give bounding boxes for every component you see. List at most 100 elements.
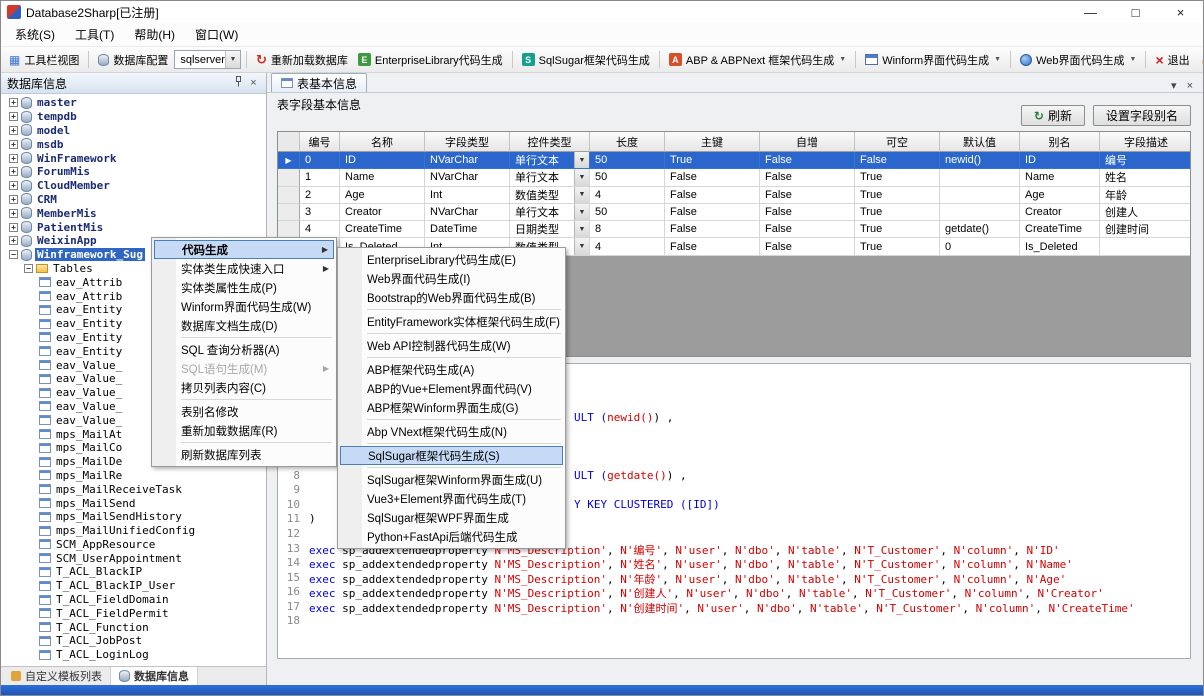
tree-expander-icon[interactable]: + — [9, 112, 18, 121]
tree-item-table[interactable]: mps_MailSendHistory — [7, 510, 266, 524]
codegen-submenu-item-13[interactable]: Abp VNext框架代码生成(N) — [340, 422, 563, 441]
grid-cell[interactable]: 数值类型▼ — [510, 187, 590, 204]
grid-cell[interactable]: False — [760, 187, 855, 204]
grid-cell[interactable]: 1 — [300, 169, 340, 186]
tree-item-database[interactable]: +model — [7, 124, 266, 138]
grid-cell[interactable]: False — [665, 169, 760, 186]
grid-cell[interactable]: ID — [340, 152, 425, 169]
context-menu-item-11[interactable]: 表别名修改 — [154, 402, 334, 421]
table-row[interactable]: 2AgeInt数值类型▼4FalseFalseTrueAge年龄 — [278, 187, 1190, 204]
grid-cell[interactable]: 创建时间 — [1100, 221, 1191, 238]
tab-table-basic-info[interactable]: 表基本信息 — [271, 73, 367, 92]
grid-cell[interactable]: NVarChar — [425, 152, 510, 169]
grid-cell[interactable]: 50 — [590, 169, 665, 186]
grid-cell[interactable]: False — [665, 238, 760, 255]
tree-item-table[interactable]: T_ACL_FieldPermit — [7, 606, 266, 620]
grid-cell[interactable]: newid() — [940, 152, 1020, 169]
grid-cell[interactable]: True — [665, 152, 760, 169]
row-indicator-icon[interactable]: ▶ — [278, 152, 300, 169]
codegen-submenu-item-10[interactable]: ABP的Vue+Element界面代码(V) — [340, 379, 563, 398]
grid-cell[interactable]: 0 — [940, 238, 1020, 255]
grid-cell[interactable]: 年龄 — [1100, 187, 1191, 204]
tree-item-database[interactable]: +msdb — [7, 137, 266, 151]
tree-item-database[interactable]: +CRM — [7, 193, 266, 207]
context-menu-item-1[interactable]: 代码生成▶ — [154, 240, 334, 259]
codegen-submenu-item-1[interactable]: EnterpriseLibrary代码生成(E) — [340, 250, 563, 269]
tree-item-table[interactable]: mps_MailSend — [7, 496, 266, 510]
tree-expander-icon[interactable]: + — [9, 209, 18, 218]
grid-cell[interactable]: CreateTime — [340, 221, 425, 238]
toolbar-button-abp-codegen[interactable]: AABP & ABPNext 框架代码生成▼ — [665, 49, 850, 71]
grid-cell[interactable]: False — [665, 221, 760, 238]
grid-cell[interactable]: True — [855, 187, 940, 204]
codegen-submenu-item-11[interactable]: ABP框架Winform界面生成(G) — [340, 398, 563, 417]
tree-item-database[interactable]: +WinFramework — [7, 151, 266, 165]
codegen-submenu-item-20[interactable]: Python+FastApi后端代码生成 — [340, 527, 563, 546]
tree-item-table[interactable]: T_ACL_LoginLog — [7, 648, 266, 662]
toolbar-button-db-config[interactable]: 数据库配置 — [94, 49, 172, 71]
grid-cell[interactable]: 编号 — [1100, 152, 1191, 169]
row-header-cell[interactable] — [278, 221, 300, 238]
grid-cell[interactable]: False — [760, 221, 855, 238]
grid-cell[interactable]: 0 — [300, 152, 340, 169]
grid-cell[interactable] — [940, 187, 1020, 204]
context-menu-item-2[interactable]: 实体类生成快速入口▶ — [154, 259, 334, 278]
row-header-cell[interactable] — [278, 204, 300, 221]
tree-item-table[interactable]: T_ACL_Function — [7, 620, 266, 634]
grid-cell[interactable] — [940, 169, 1020, 186]
chevron-down-icon[interactable]: ▼ — [574, 152, 589, 168]
codegen-submenu-item-19[interactable]: SqlSugar框架WPF界面生成 — [340, 508, 563, 527]
grid-cell[interactable]: 单行文本▼ — [510, 169, 590, 186]
tree-item-database[interactable]: +tempdb — [7, 110, 266, 124]
chevron-down-icon[interactable]: ▼ — [1130, 56, 1137, 63]
row-header-cell[interactable] — [278, 187, 300, 204]
tree-item-table[interactable]: mps_MailReceiveTask — [7, 482, 266, 496]
grid-cell[interactable]: 2 — [300, 187, 340, 204]
tree-expander-icon[interactable]: + — [9, 126, 18, 135]
grid-cell[interactable]: False — [665, 204, 760, 221]
grid-cell[interactable]: 4 — [590, 238, 665, 255]
column-header[interactable]: 自增 — [760, 132, 855, 152]
sidebar-tab[interactable]: 数据库信息 — [111, 667, 198, 685]
grid-cell[interactable]: ID — [1020, 152, 1100, 169]
tree-expander-icon[interactable]: − — [9, 250, 18, 259]
column-header[interactable]: 长度 — [590, 132, 665, 152]
menu-item-4[interactable]: 窗口(W) — [185, 23, 248, 46]
sidebar-tab[interactable]: 自定义模板列表 — [3, 667, 111, 685]
context-menu-item-7[interactable]: SQL 查询分析器(A) — [154, 340, 334, 359]
codegen-submenu-item-15[interactable]: SqlSugar框架代码生成(S) — [340, 446, 563, 465]
toolbar-button-view[interactable]: ▦工具栏视图 — [5, 49, 83, 71]
minimize-button[interactable]: — — [1068, 1, 1113, 23]
grid-cell[interactable] — [940, 204, 1020, 221]
codegen-submenu-item-2[interactable]: Web界面代码生成(I) — [340, 269, 563, 288]
database-type-select[interactable]: sqlserver▼ — [174, 50, 241, 69]
toolbar-button-winform-codegen[interactable]: Winform界面代码生成▼ — [861, 49, 1005, 71]
grid-cell[interactable]: True — [855, 169, 940, 186]
set-field-alias-button[interactable]: 设置字段别名 — [1093, 105, 1191, 126]
chevron-down-icon[interactable]: ▼ — [574, 187, 589, 203]
toolbar-button-home[interactable]: ⌂ — [1198, 49, 1204, 70]
grid-cell[interactable]: 3 — [300, 204, 340, 221]
column-header[interactable]: 字段描述 — [1100, 132, 1191, 152]
column-header[interactable]: 名称 — [340, 132, 425, 152]
grid-cell[interactable]: Creator — [340, 204, 425, 221]
tree-expander-icon[interactable]: + — [9, 154, 18, 163]
toolbar-button-web-codegen[interactable]: Web界面代码生成▼ — [1016, 49, 1140, 71]
context-menu-item-14[interactable]: 刷新数据库列表 — [154, 445, 334, 464]
chevron-down-icon[interactable]: ▼ — [839, 56, 846, 63]
grid-cell[interactable]: Is_Deleted — [1020, 238, 1100, 255]
document-close-icon[interactable]: × — [1187, 80, 1193, 92]
grid-cell[interactable]: 50 — [590, 204, 665, 221]
grid-cell[interactable]: False — [760, 204, 855, 221]
column-header[interactable]: 默认值 — [940, 132, 1020, 152]
table-row[interactable]: 1NameNVarChar单行文本▼50FalseFalseTrueName姓名 — [278, 169, 1190, 186]
tree-expander-icon[interactable]: + — [9, 167, 18, 176]
tree-expander-icon[interactable]: + — [9, 140, 18, 149]
codegen-submenu-item-7[interactable]: Web API控制器代码生成(W) — [340, 336, 563, 355]
tree-expander-icon[interactable]: + — [9, 223, 18, 232]
context-menu-item-12[interactable]: 重新加载数据库(R) — [154, 421, 334, 440]
tree-item-table[interactable]: T_ACL_JobPost — [7, 634, 266, 648]
close-button[interactable]: × — [1158, 1, 1203, 23]
tree-item-table[interactable]: mps_MailRe — [7, 469, 266, 483]
tab-list-icon[interactable]: ▾ — [1171, 79, 1177, 92]
